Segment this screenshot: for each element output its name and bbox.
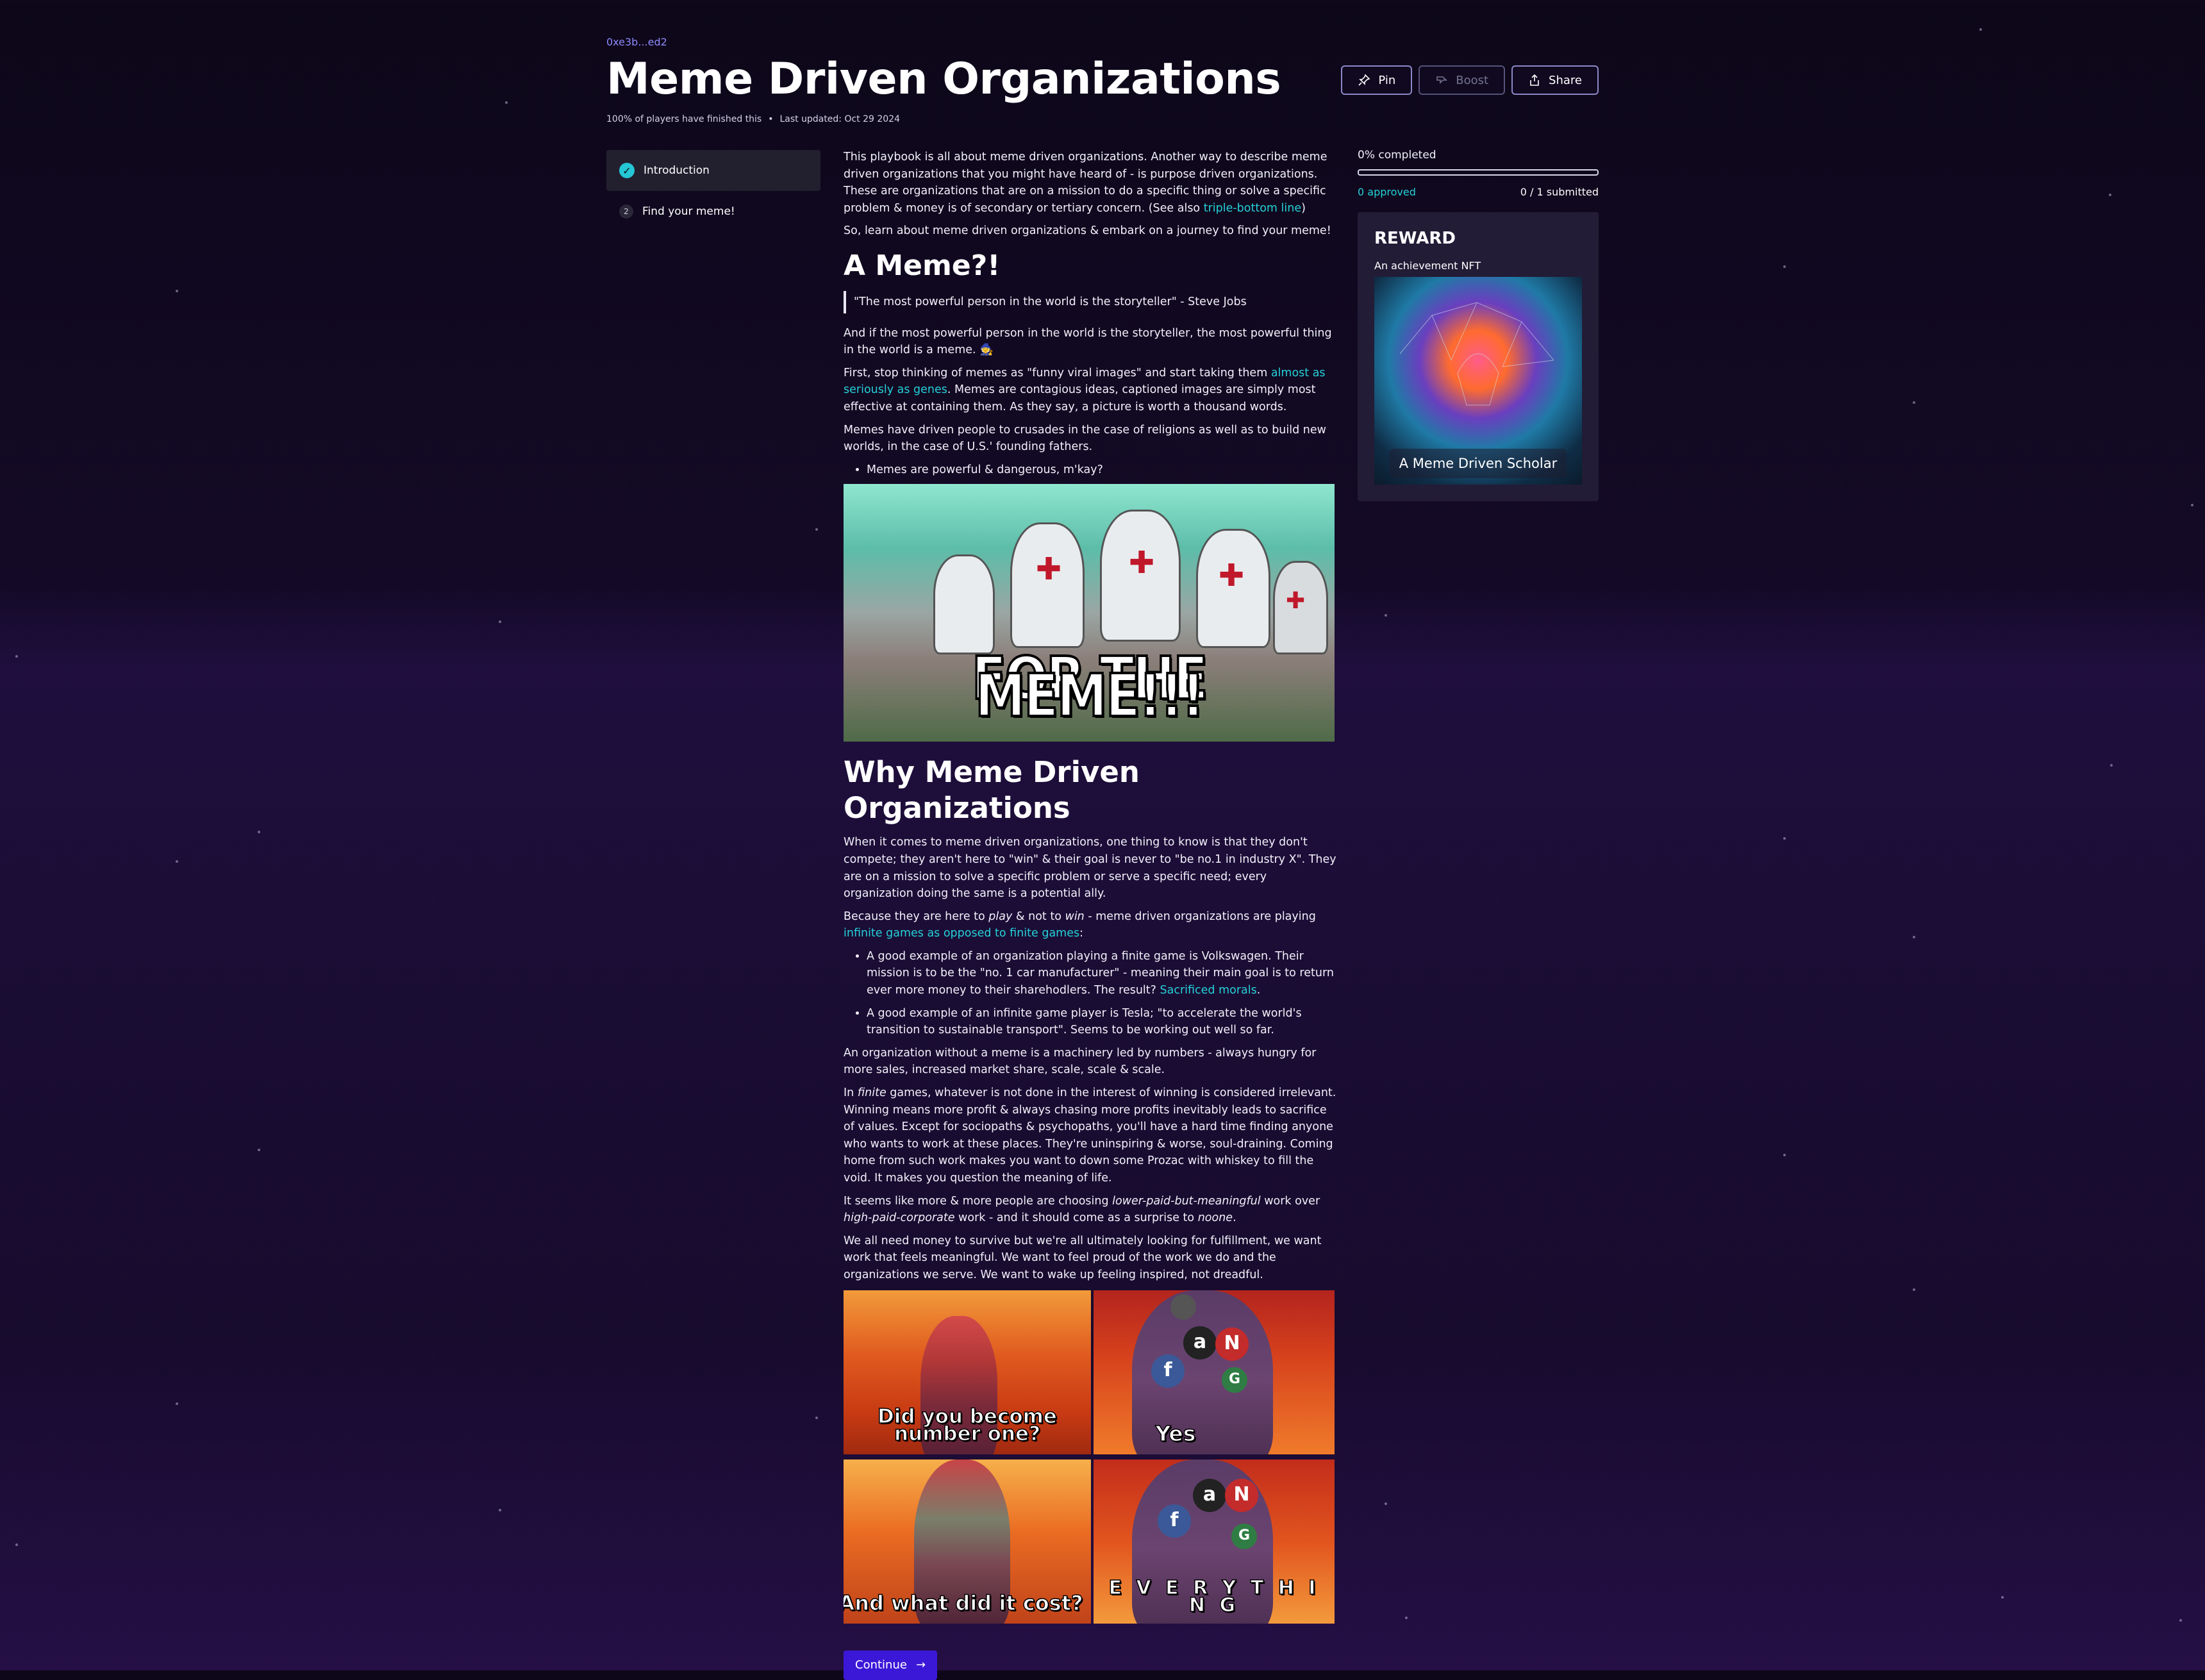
progress-bar [1358, 169, 1599, 176]
progress-label: 0% completed [1358, 149, 1436, 162]
lesson-content: This playbook is all about meme driven o… [844, 149, 1337, 1680]
nft-name: A Meme Driven Scholar [1390, 449, 1567, 478]
continue-label: Continue [855, 1658, 907, 1672]
reward-subtitle: An achievement NFT [1374, 260, 1481, 272]
reward-card: REWARD An achievement NFT A Meme Driven … [1358, 212, 1599, 501]
last-updated: Last updated: Oct 29 2024 [779, 114, 901, 124]
paragraph: When it comes to meme driven organizatio… [844, 836, 1336, 901]
submitted-count: 0 / 1 submitted [1520, 186, 1599, 198]
paragraph: We all need money to survive but we're a… [844, 1234, 1322, 1281]
list-item: A good example of an organization playin… [867, 948, 1337, 999]
paragraph: So, learn about meme driven organization… [844, 224, 1331, 238]
infinite-games-link[interactable]: infinite games as opposed to finite game… [844, 927, 1079, 940]
meme-caption: FOR THE MEME!!! [970, 644, 1209, 730]
paragraph: And if the most powerful person in the w… [844, 326, 1332, 357]
nav-item-label: Find your meme! [642, 205, 735, 218]
boost-button[interactable]: Boost [1419, 65, 1506, 95]
triple-bottom-line-link[interactable]: triple-bottom line [1204, 202, 1301, 215]
nav-item-label: Introduction [644, 164, 710, 177]
paragraph: Memes have driven people to crusades in … [844, 423, 1326, 454]
section-heading: Why Meme Driven Organizations [844, 755, 1140, 826]
paragraph: This playbook is all about meme driven o… [844, 151, 1327, 215]
approved-count: 0 approved [1358, 186, 1416, 198]
nav-item-introduction[interactable]: ✓ Introduction [606, 150, 820, 191]
share-icon [1530, 74, 1539, 86]
page-title: Meme Driven Organizations [606, 54, 1281, 104]
chapter-nav: ✓ Introduction 2 Find your meme! [606, 150, 820, 232]
boost-icon [1436, 76, 1448, 84]
sacrificed-morals-link[interactable]: Sacrificed morals [1160, 984, 1257, 997]
meme-panel: Did you become number one? [844, 1290, 1091, 1454]
meme-panel: f a N G E V E R Y T H I N G [1094, 1459, 1335, 1624]
step-number: 2 [619, 204, 633, 219]
paragraph: An organization without a meme is a mach… [844, 1046, 1317, 1077]
section-heading: A Meme?! [844, 249, 1001, 282]
list-item: A good example of an infinite game playe… [867, 1005, 1337, 1039]
progress-sidebar: 0% completed 0 approved 0 / 1 submitted … [1358, 149, 1599, 501]
meta-separator: • [768, 114, 774, 124]
boost-label: Boost [1456, 73, 1489, 87]
share-button[interactable]: Share [1511, 65, 1599, 95]
nav-item-find-your-meme[interactable]: 2 Find your meme! [606, 191, 820, 232]
creator-address-link[interactable]: 0xe3b...ed2 [606, 36, 667, 48]
meme-caption: Yes [1155, 1420, 1196, 1446]
paragraph: First, stop thinking of memes as "funny … [844, 366, 1326, 413]
finished-stat: 100% of players have finished this [606, 114, 762, 124]
action-buttons: Pin Boost Share [1341, 65, 1599, 95]
thanos-meme-image: Did you become number one? f a N G Yes A… [844, 1290, 1335, 1624]
meme-caption: And what did it cost? [844, 1590, 1083, 1615]
bullet-list: Memes are powerful & dangerous, m'kay? [844, 462, 1337, 479]
reward-title: REWARD [1374, 229, 1456, 248]
meme-panel: And what did it cost? [844, 1459, 1091, 1624]
quote: "The most powerful person in the world i… [844, 290, 1337, 313]
paragraph: It seems like more & more people are cho… [844, 1194, 1320, 1225]
continue-button[interactable]: Continue → [844, 1650, 938, 1680]
arrow-right-icon: → [915, 1658, 926, 1672]
crusaders-meme-image: ✚ ✚ ✚ ✚ FOR THE MEME!!! [844, 484, 1335, 742]
paragraph: In finite games, whatever is not done in… [844, 1086, 1336, 1185]
submission-stats: 0 approved 0 / 1 submitted [1358, 186, 1599, 198]
bullet-list: A good example of an organization playin… [844, 948, 1337, 1039]
page-meta: 100% of players have finished this • Last … [606, 114, 900, 124]
meme-caption: Did you become number one? [877, 1405, 1057, 1445]
paragraph: Because they are here to play & not to w… [844, 910, 1316, 940]
list-item: Memes are powerful & dangerous, m'kay? [867, 462, 1337, 479]
pin-icon [1358, 74, 1370, 86]
nft-image: A Meme Driven Scholar [1374, 277, 1582, 485]
meme-panel: f a N G Yes [1094, 1290, 1335, 1454]
share-label: Share [1549, 73, 1582, 87]
meme-caption: E V E R Y T H I N G [1108, 1577, 1320, 1617]
pin-button[interactable]: Pin [1341, 65, 1413, 95]
pin-label: Pin [1378, 73, 1396, 87]
check-circle-icon: ✓ [619, 163, 635, 178]
